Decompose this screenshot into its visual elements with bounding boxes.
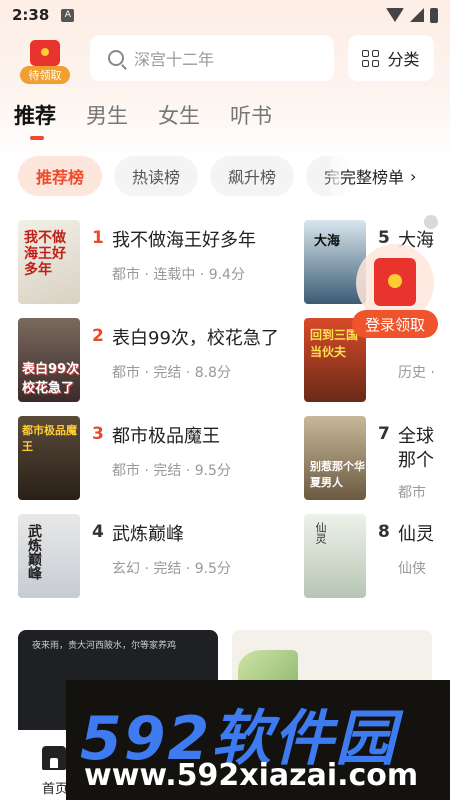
list-item[interactable]: 别惹那个华夏男人 7 全球 那个 都市: [304, 416, 450, 501]
book-meta: 历史 ·: [398, 365, 435, 381]
book-title-line2: 那个: [398, 450, 434, 471]
login-reward-label: 登录领取: [352, 310, 438, 338]
book-meta: 都市 · 完结 · 9.5分: [112, 463, 231, 479]
tab-male[interactable]: 男生: [86, 100, 128, 130]
tab-recommend[interactable]: 推荐: [14, 100, 56, 140]
book-title: 都市极品魔王: [112, 426, 220, 447]
chip-recommend-rank[interactable]: 推荐榜: [18, 156, 103, 196]
book-rank: 2: [92, 326, 104, 346]
list-item[interactable]: 都市极品魔王 3 都市极品魔王 都市 · 完结 · 9.5分: [18, 416, 298, 500]
red-envelope-icon: [374, 258, 416, 306]
grid-icon: [362, 49, 380, 67]
home-icon[interactable]: [42, 746, 66, 770]
book-cover: 别惹那个华夏男人: [304, 416, 366, 500]
watermark-url: www.592xiazai.com: [84, 758, 419, 793]
category-button[interactable]: 分类: [348, 35, 434, 81]
search-bar[interactable]: 深宫十二年: [90, 35, 334, 81]
banner-text: 夜来雨，贵大河西陂水，尔等家养鸡: [32, 641, 177, 651]
search-placeholder: 深宫十二年: [134, 50, 215, 69]
book-rank: 7: [378, 424, 390, 444]
tab-audiobook[interactable]: 听书: [230, 100, 272, 130]
chevron-right-icon: ›: [410, 166, 417, 186]
watermark: 592软件园 www.592xiazai.com: [66, 680, 450, 800]
book-cover: 武炼巅峰: [18, 514, 80, 598]
nav-home-label[interactable]: 首页: [42, 778, 68, 797]
book-title: 仙灵: [398, 524, 434, 545]
book-title: 表白99次，校花急了: [112, 328, 279, 349]
book-rank: 8: [378, 522, 390, 542]
book-meta: 都市: [398, 485, 426, 501]
chip-hot-rank[interactable]: 热读榜: [114, 156, 199, 196]
book-cover: 我不做海王好多年: [18, 220, 80, 304]
book-title: 全球: [398, 426, 434, 447]
search-icon: [108, 50, 124, 66]
signal-icon: [410, 8, 424, 22]
full-ranking-label: 完整榜单: [340, 168, 405, 187]
book-cover: 表白99次校花急了: [18, 318, 80, 402]
category-label: 分类: [387, 50, 420, 69]
book-title: 武炼巅峰: [112, 524, 184, 545]
battery-icon: [430, 7, 438, 23]
book-meta: 都市 · 完结 · 8.8分: [112, 365, 231, 381]
list-item[interactable]: 表白99次校花急了 2 表白99次，校花急了 都市 · 完结 · 8.8分: [18, 318, 298, 402]
status-bar: 2:38 A: [0, 0, 450, 30]
list-item[interactable]: 仙灵 8 仙灵 仙侠: [304, 514, 450, 598]
wifi-icon: [386, 8, 404, 22]
book-rank: 4: [92, 522, 104, 542]
book-cover: 仙灵: [304, 514, 366, 598]
reward-button[interactable]: 待领取: [20, 38, 70, 84]
book-title: 我不做海王好多年: [112, 230, 256, 251]
book-meta: 仙侠: [398, 561, 426, 577]
notification-icon: A: [61, 8, 75, 22]
list-item[interactable]: 我不做海王好多年 1 我不做海王好多年 都市 · 连载中 · 9.4分: [18, 220, 298, 304]
book-meta: 都市 · 连载中 · 9.4分: [112, 267, 245, 283]
full-ranking-link[interactable]: 完整榜单 ›: [330, 156, 450, 196]
main-tabs: 推荐 男生 女生 听书: [14, 100, 272, 140]
chip-rising-rank[interactable]: 飙升榜: [210, 156, 295, 196]
login-reward-button[interactable]: 登录领取: [352, 244, 438, 338]
red-envelope-icon: [30, 40, 60, 66]
book-rank: 1: [92, 228, 104, 248]
book-rank: 3: [92, 424, 104, 444]
list-item[interactable]: 武炼巅峰 4 武炼巅峰 玄幻 · 完结 · 9.5分: [18, 514, 298, 598]
book-meta: 玄幻 · 完结 · 9.5分: [112, 561, 231, 577]
status-time: 2:38: [12, 6, 50, 24]
book-cover: 都市极品魔王: [18, 416, 80, 500]
close-icon[interactable]: [424, 215, 438, 229]
reward-label: 待领取: [20, 66, 70, 84]
tab-female[interactable]: 女生: [158, 100, 200, 130]
